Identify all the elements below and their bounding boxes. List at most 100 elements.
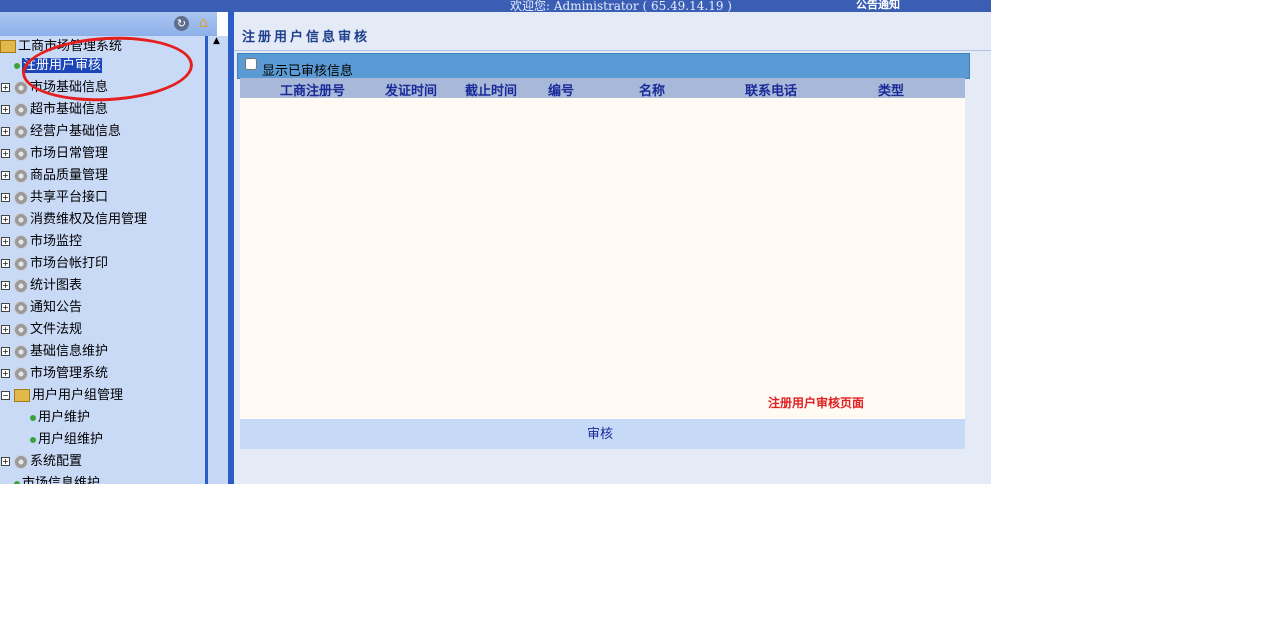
gear-icon bbox=[14, 212, 28, 227]
tree-scrollbar[interactable]: ▲ bbox=[208, 36, 229, 484]
tree-item[interactable]: 经营户基础信息 bbox=[14, 122, 121, 142]
tree-item-label: 超市基础信息 bbox=[30, 102, 109, 117]
navigation-tree: 工商市场管理系统 注册用户审核 + 市场基础信息 + 超市基础信息 + 经营户基… bbox=[0, 36, 206, 484]
tree-item-label: 市场监控 bbox=[30, 234, 83, 249]
left-panel-header: ↻ ⌂ bbox=[0, 12, 217, 36]
tree-item[interactable]: 市场台帐打印 bbox=[14, 254, 108, 274]
expand-icon[interactable]: + bbox=[1, 171, 10, 180]
open-folder-icon bbox=[14, 389, 30, 402]
tree-item-user-maintain[interactable]: 用户维护 bbox=[30, 408, 90, 428]
expand-icon[interactable]: + bbox=[1, 237, 10, 246]
tree-item-label: 用户维护 bbox=[38, 410, 91, 425]
tree-item[interactable]: 通知公告 bbox=[14, 298, 82, 318]
tree-item-label: 市场日常管理 bbox=[30, 146, 109, 161]
gear-icon bbox=[14, 256, 28, 271]
expand-icon[interactable]: + bbox=[1, 259, 10, 268]
leaf-icon bbox=[14, 62, 20, 69]
leaf-icon bbox=[30, 414, 36, 421]
expand-icon[interactable]: + bbox=[1, 193, 10, 202]
top-bar: 欢迎您: Administrator ( 65.49.14.19 ) 公告通知 bbox=[0, 0, 991, 12]
tree-item[interactable]: 统计图表 bbox=[14, 276, 82, 296]
tree-item-label: 市场管理系统 bbox=[30, 366, 109, 381]
column-header[interactable]: 类型 bbox=[878, 80, 904, 99]
tree-item-label: 文件法规 bbox=[30, 322, 83, 337]
welcome-text: 欢迎您: Administrator ( 65.49.14.19 ) bbox=[510, 0, 732, 12]
show-reviewed-checkbox[interactable] bbox=[245, 58, 257, 70]
page-title-bar: 注册用户信息审核 bbox=[234, 12, 991, 51]
show-reviewed-label[interactable]: 显示已审核信息 bbox=[262, 60, 353, 79]
tree-item[interactable]: 超市基础信息 bbox=[14, 100, 108, 120]
tree-item-register-review[interactable]: 注册用户审核 bbox=[14, 56, 103, 76]
tree-item-partial[interactable]: 市场信息维护 bbox=[14, 474, 100, 484]
tree-item[interactable]: 市场日常管理 bbox=[14, 144, 108, 164]
gear-icon bbox=[14, 322, 28, 337]
tree-item-label: 用户组维护 bbox=[38, 432, 104, 447]
tree-item-label: 商品质量管理 bbox=[30, 168, 109, 183]
page-title: 注册用户信息审核 bbox=[242, 30, 371, 45]
tree-item-label: 经营户基础信息 bbox=[30, 124, 122, 139]
expand-icon[interactable]: + bbox=[1, 325, 10, 334]
tree-item-label: 统计图表 bbox=[30, 278, 83, 293]
column-header[interactable]: 名称 bbox=[639, 80, 665, 99]
tree-item[interactable]: 系统配置 bbox=[14, 452, 82, 472]
column-header[interactable]: 编号 bbox=[548, 80, 574, 99]
tree-item[interactable]: 市场管理系统 bbox=[14, 364, 108, 384]
page-note: 注册用户审核页面 bbox=[768, 396, 865, 410]
tree-item[interactable]: 基础信息维护 bbox=[14, 342, 108, 362]
tree-item-label: 用户用户组管理 bbox=[32, 388, 124, 403]
data-grid: 工商注册号 发证时间 截止时间 编号 名称 联系电话 类型 注册用户审核页面 bbox=[240, 78, 965, 419]
tree-item-label: 市场信息维护 bbox=[22, 476, 101, 484]
tree-item[interactable]: 共享平台接口 bbox=[14, 188, 108, 208]
tree-item[interactable]: 商品质量管理 bbox=[14, 166, 108, 186]
gear-icon bbox=[14, 344, 28, 359]
expand-icon[interactable]: + bbox=[1, 281, 10, 290]
open-folder-icon bbox=[0, 40, 16, 53]
expand-icon[interactable]: + bbox=[1, 105, 10, 114]
tree-root[interactable]: 工商市场管理系统 bbox=[0, 37, 122, 57]
column-header[interactable]: 截止时间 bbox=[465, 80, 517, 99]
expand-icon[interactable]: + bbox=[1, 347, 10, 356]
expand-icon[interactable]: + bbox=[1, 149, 10, 158]
notice-link[interactable]: 公告通知 bbox=[856, 0, 900, 12]
expand-icon[interactable]: + bbox=[1, 303, 10, 312]
leaf-icon bbox=[30, 436, 36, 443]
tree-item[interactable]: 消费维权及信用管理 bbox=[14, 210, 147, 230]
tree-item-label: 系统配置 bbox=[30, 454, 83, 469]
filter-bar: 显示已审核信息 bbox=[237, 53, 970, 79]
tree-item-label: 共享平台接口 bbox=[30, 190, 109, 205]
tree-item-label: 基础信息维护 bbox=[30, 344, 109, 359]
tree-item[interactable]: 用户用户组管理 bbox=[14, 386, 123, 406]
tree-item-label: 通知公告 bbox=[30, 300, 83, 315]
collapse-icon[interactable]: − bbox=[1, 391, 10, 400]
gear-icon bbox=[14, 278, 28, 293]
tree-item-label: 市场基础信息 bbox=[30, 80, 109, 95]
expand-icon[interactable]: + bbox=[1, 215, 10, 224]
tree-item-label-selected: 注册用户审核 bbox=[22, 58, 103, 73]
tree-item-label: 消费维权及信用管理 bbox=[30, 212, 148, 227]
gear-icon bbox=[14, 300, 28, 315]
expand-icon[interactable]: + bbox=[1, 127, 10, 136]
tree-item[interactable]: 市场监控 bbox=[14, 232, 82, 252]
gear-icon bbox=[14, 102, 28, 117]
column-header[interactable]: 发证时间 bbox=[385, 80, 437, 99]
review-button[interactable]: 审核 bbox=[587, 423, 613, 442]
tree-item[interactable]: 文件法规 bbox=[14, 320, 82, 340]
gear-icon bbox=[14, 168, 28, 183]
home-icon[interactable]: ⌂ bbox=[196, 16, 211, 31]
leaf-icon bbox=[14, 480, 20, 484]
tree-item-usergroup-maintain[interactable]: 用户组维护 bbox=[30, 430, 103, 450]
gear-icon bbox=[14, 124, 28, 139]
gear-icon bbox=[14, 146, 28, 161]
expand-icon[interactable]: + bbox=[1, 83, 10, 92]
gear-icon bbox=[14, 80, 28, 95]
column-header[interactable]: 联系电话 bbox=[745, 80, 797, 99]
expand-icon[interactable]: + bbox=[1, 457, 10, 466]
column-header[interactable]: 工商注册号 bbox=[280, 80, 345, 99]
scroll-up-icon[interactable]: ▲ bbox=[213, 36, 220, 46]
expand-icon[interactable]: + bbox=[1, 369, 10, 378]
action-bar: 审核 bbox=[240, 419, 965, 449]
tree-root-label: 工商市场管理系统 bbox=[18, 39, 123, 54]
tree-item-label: 市场台帐打印 bbox=[30, 256, 109, 271]
tree-item[interactable]: 市场基础信息 bbox=[14, 78, 108, 98]
refresh-icon[interactable]: ↻ bbox=[174, 16, 189, 31]
